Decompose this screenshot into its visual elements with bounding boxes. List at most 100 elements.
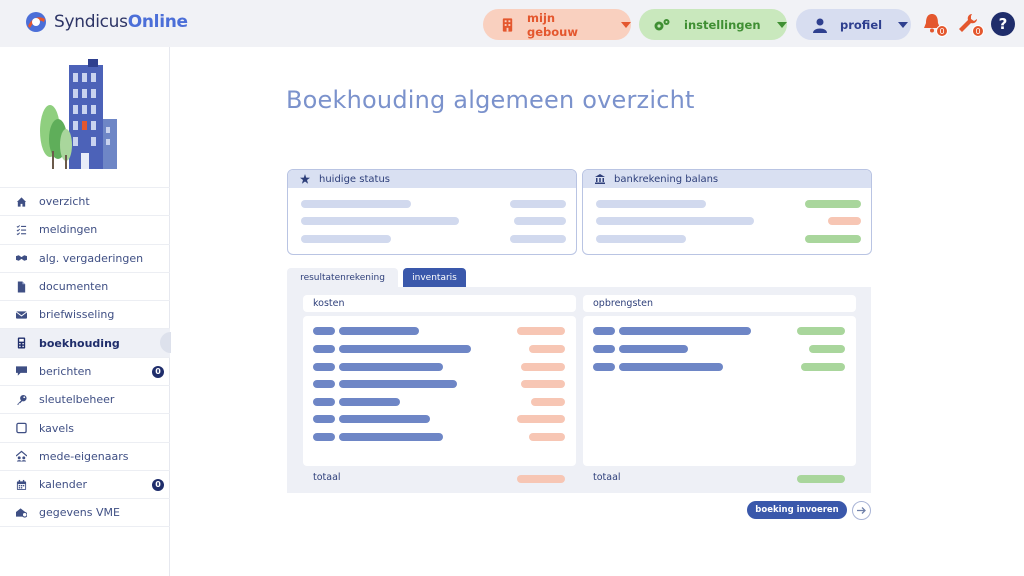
profile-menu[interactable]: profiel (796, 9, 911, 40)
bank-icon (595, 174, 605, 184)
placeholder-bar (596, 217, 754, 225)
placeholder-code (593, 327, 615, 335)
placeholder-bar (339, 363, 443, 371)
placeholder-bar (301, 217, 459, 225)
book-entry-button[interactable]: boeking invoeren (747, 501, 847, 519)
checklist-icon (16, 224, 27, 236)
revenue-list (583, 316, 856, 466)
settings-menu[interactable]: instellingen (639, 9, 787, 40)
next-arrow-button[interactable] (852, 501, 871, 520)
placeholder-bar (619, 327, 751, 335)
bank-balance-card: bankrekening balans (582, 169, 872, 255)
placeholder-value (805, 235, 861, 243)
sidebar-item-label: overzicht (39, 195, 90, 209)
star-icon (300, 174, 310, 184)
chevron-down-icon (898, 21, 909, 28)
placeholder-value (510, 200, 566, 208)
sidebar-item-mede-eigenaars[interactable]: mede-eigenaars (0, 441, 170, 470)
placeholder-value (517, 415, 565, 423)
sidebar-item-label: boekhouding (39, 336, 120, 350)
sidebar-item-berichten[interactable]: berichten 0 (0, 356, 170, 385)
placeholder-value (510, 235, 566, 243)
calendar-icon (16, 479, 27, 490)
logo-mark-icon (26, 12, 46, 32)
help-button[interactable]: ? (991, 12, 1015, 36)
count-badge: 0 (152, 365, 164, 378)
placeholder-value (529, 345, 565, 353)
user-icon (813, 18, 827, 33)
placeholder-value (517, 327, 565, 335)
costs-total-label: totaal (313, 472, 341, 483)
sidebar-item-boekhouding[interactable]: boekhouding (0, 328, 171, 357)
calculator-icon (16, 337, 27, 349)
placeholder-value (805, 200, 861, 208)
sidebar-item-label: meldingen (39, 223, 98, 237)
placeholder-value (529, 433, 565, 441)
brand-name: SyndicusOnline (54, 12, 188, 32)
bank-card-header: bankrekening balans (583, 170, 871, 188)
sidebar-item-kalender[interactable]: kalender 0 (0, 469, 170, 498)
placeholder-bar (339, 380, 457, 388)
placeholder-value (797, 327, 845, 335)
sidebar-item-label: documenten (39, 280, 109, 294)
placeholder-code (313, 327, 335, 335)
tools-button[interactable]: 0 (957, 12, 984, 37)
home-icon (16, 196, 27, 207)
my-building-menu[interactable]: mijn gebouw (483, 9, 631, 40)
chat-icon (16, 366, 27, 377)
sidebar-nav: overzicht meldingen alg. vergaderingen docu… (0, 187, 171, 527)
placeholder-bar (619, 363, 723, 371)
placeholder-value (514, 217, 566, 225)
placeholder-value (801, 363, 845, 371)
sidebar-item-label: briefwisseling (39, 308, 115, 322)
sidebar-item-kavels[interactable]: kavels (0, 413, 170, 441)
building-illustration (40, 59, 117, 169)
profile-label: profiel (840, 17, 883, 32)
square-icon (16, 422, 27, 434)
revenue-total-value (797, 475, 845, 483)
notifications-button[interactable]: 0 (921, 12, 948, 37)
placeholder-value (521, 363, 565, 371)
placeholder-bar (339, 398, 400, 406)
key-icon (16, 394, 27, 405)
placeholder-bar (339, 345, 471, 353)
chevron-down-icon (621, 21, 631, 28)
placeholder-value (531, 398, 565, 406)
chevron-down-icon (776, 21, 787, 28)
sidebar-item-sleutelbeheer[interactable]: sleutelbeheer (0, 385, 170, 413)
status-card-header: huidige status (288, 170, 576, 188)
sidebar-item-label: alg. vergaderingen (39, 251, 144, 265)
revenue-total-label: totaal (593, 472, 621, 483)
placeholder-value (521, 380, 565, 388)
costs-header: kosten (303, 295, 576, 312)
placeholder-bar (301, 200, 411, 208)
costs-list (303, 316, 576, 466)
revenue-header: opbrengsten (583, 295, 856, 312)
sidebar-item-alg-vergaderingen[interactable]: alg. vergaderingen (0, 243, 170, 272)
sidebar-item-documenten[interactable]: documenten (0, 271, 170, 300)
sidebar-item-briefwisseling[interactable]: briefwisseling (0, 300, 170, 328)
sidebar-item-label: kalender (39, 478, 87, 492)
sidebar-item-gegevens-vme[interactable]: gegevens VME (0, 498, 170, 527)
placeholder-code (313, 380, 335, 388)
status-card: huidige status (287, 169, 577, 255)
placeholder-bar (596, 200, 706, 208)
tab-inventaris[interactable]: inventaris (403, 268, 466, 287)
sidebar-item-label: kavels (39, 421, 74, 435)
tools-count-badge: 0 (972, 25, 984, 37)
placeholder-value (809, 345, 845, 353)
sidebar-item-meldingen[interactable]: meldingen (0, 215, 170, 243)
logo[interactable]: SyndicusOnline (24, 10, 188, 34)
notifications-count-badge: 0 (936, 25, 948, 37)
placeholder-bar (596, 235, 686, 243)
placeholder-code (593, 345, 615, 353)
sidebar-item-label: sleutelbeheer (39, 393, 115, 407)
gears-icon (654, 18, 670, 30)
placeholder-code (313, 345, 335, 353)
bank-card-title: bankrekening balans (614, 173, 719, 185)
placeholder-bar (619, 345, 688, 353)
sidebar-item-overzicht[interactable]: overzicht (0, 187, 170, 215)
placeholder-code (313, 398, 335, 406)
tab-resultatenrekening[interactable]: resultatenrekening (287, 268, 398, 287)
status-card-title: huidige status (319, 173, 390, 185)
